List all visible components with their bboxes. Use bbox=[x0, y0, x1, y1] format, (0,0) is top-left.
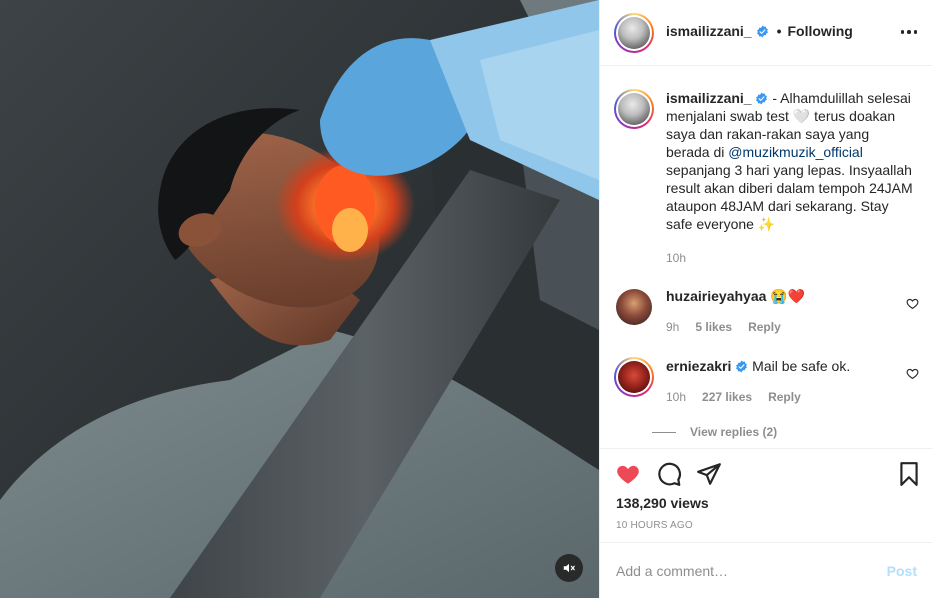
caption-meta: 10h bbox=[666, 251, 686, 265]
verified-badge-icon bbox=[756, 25, 768, 37]
post-timestamp[interactable]: 10 HOURS AGO bbox=[616, 520, 693, 531]
comment-content: Mail be safe ok. bbox=[748, 358, 851, 374]
author-info: ismailizzani_ • Following bbox=[666, 23, 853, 39]
verified-badge-icon bbox=[756, 92, 768, 105]
more-horizontal-icon bbox=[900, 30, 905, 34]
view-replies-button[interactable]: View replies (2) bbox=[652, 425, 777, 439]
mute-button[interactable] bbox=[555, 554, 583, 582]
caption-avatar[interactable] bbox=[614, 89, 654, 129]
comment-meta: 10h 227 likes Reply bbox=[666, 390, 801, 404]
video-frame-image bbox=[0, 0, 599, 598]
post-side-panel: ismailizzani_ • Following ismailizzani_ bbox=[599, 0, 932, 598]
commenter-avatar[interactable] bbox=[614, 287, 654, 327]
comment-icon[interactable] bbox=[656, 461, 682, 487]
speaker-muted-icon bbox=[563, 563, 575, 573]
caption-row: ismailizzani_ - Alhamdulillah selesai me… bbox=[614, 89, 919, 265]
heart-outline-icon[interactable] bbox=[906, 297, 919, 310]
post-video[interactable] bbox=[0, 0, 599, 598]
comment-input[interactable] bbox=[616, 561, 866, 581]
paper-plane-icon[interactable] bbox=[696, 461, 722, 487]
caption-username[interactable]: ismailizzani_ bbox=[666, 90, 752, 106]
bookmark-icon[interactable] bbox=[896, 461, 922, 487]
comment-likes[interactable]: 227 likes bbox=[702, 390, 752, 404]
following-button[interactable]: Following bbox=[788, 23, 853, 39]
header-separator: • bbox=[776, 23, 782, 39]
comment-likes[interactable]: 5 likes bbox=[695, 320, 732, 334]
comment-username[interactable]: huzairieyahyaa bbox=[666, 288, 766, 304]
author-avatar[interactable] bbox=[614, 13, 654, 53]
comment-text: erniezakri Mail be safe ok. bbox=[666, 357, 916, 375]
post-header: ismailizzani_ • Following bbox=[600, 0, 932, 66]
comment-row: erniezakri Mail be safe ok. 10h 227 like… bbox=[614, 357, 919, 407]
comment-time[interactable]: 10h bbox=[666, 390, 686, 404]
post-actions: 138,290 views 10 HOURS AGO bbox=[600, 448, 932, 542]
comment-reply-button[interactable]: Reply bbox=[768, 390, 801, 404]
comment-row: huzairieyahyaa 😭❤️ 9h 5 likes Reply bbox=[614, 287, 919, 337]
heart-outline-icon[interactable] bbox=[906, 367, 919, 380]
add-comment-bar: Post bbox=[600, 542, 932, 598]
caption-mention-link[interactable]: @muzikmuzik_official bbox=[728, 144, 863, 160]
commenter-avatar[interactable] bbox=[614, 357, 654, 397]
comment-time[interactable]: 9h bbox=[666, 320, 679, 334]
post-comment-button[interactable]: Post bbox=[887, 563, 917, 579]
comment-content: 😭❤️ bbox=[766, 288, 806, 304]
comment-username[interactable]: erniezakri bbox=[666, 358, 731, 374]
caption-text-part2: sepanjang 3 hari yang lepas. Insyaallah … bbox=[666, 162, 913, 232]
comment-reply-button[interactable]: Reply bbox=[748, 320, 781, 334]
view-count[interactable]: 138,290 views bbox=[616, 495, 709, 511]
replies-divider bbox=[652, 431, 676, 433]
caption-text: ismailizzani_ - Alhamdulillah selesai me… bbox=[666, 89, 916, 233]
comment-text: huzairieyahyaa 😭❤️ bbox=[666, 287, 916, 305]
caption-time[interactable]: 10h bbox=[666, 251, 686, 265]
more-options-button[interactable] bbox=[899, 24, 919, 40]
comment-meta: 9h 5 likes Reply bbox=[666, 320, 781, 334]
comments-list[interactable]: ismailizzani_ - Alhamdulillah selesai me… bbox=[600, 67, 932, 448]
verified-badge-icon bbox=[736, 360, 748, 373]
author-username[interactable]: ismailizzani_ bbox=[666, 23, 752, 39]
view-replies-label[interactable]: View replies (2) bbox=[690, 425, 777, 439]
heart-filled-icon[interactable] bbox=[615, 461, 641, 487]
